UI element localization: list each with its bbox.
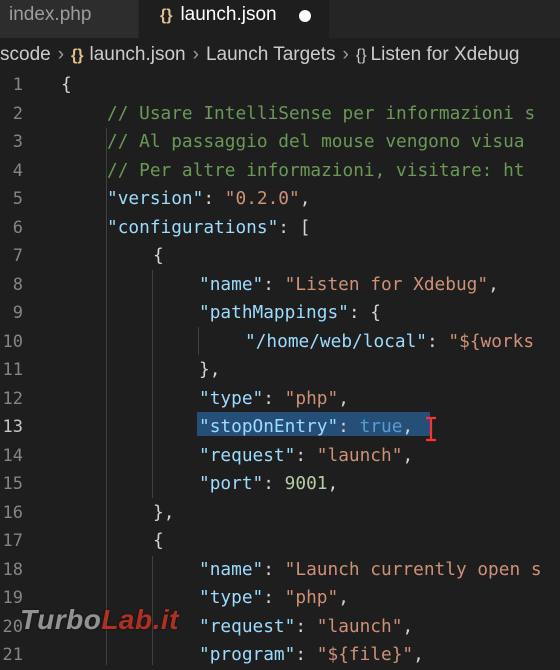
- line-number: 5: [12, 189, 23, 209]
- breadcrumb-item-config[interactable]: Listen for Xdebug: [371, 40, 520, 70]
- line-number: 13: [2, 417, 23, 437]
- code-line: 12 "type": "php",: [0, 385, 560, 414]
- tab-label: launch.json: [180, 4, 277, 25]
- code-comment: // Per altre informazioni, visitare: ht: [107, 159, 525, 181]
- object-braces-icon: {}: [355, 47, 367, 64]
- line-number: 14: [2, 445, 23, 466]
- line-number: 17: [2, 531, 23, 551]
- code-text: "type": "php",: [199, 387, 349, 409]
- code-text: "request": "launch",: [199, 615, 414, 637]
- code-line: 21 "program": "${file}",: [0, 641, 560, 670]
- tab-label: index.php: [9, 4, 92, 25]
- line-number: 6: [12, 217, 23, 238]
- code-line: 6 "configurations": [: [0, 214, 560, 243]
- line-number: 4: [12, 160, 23, 181]
- breadcrumb-item-launch-targets[interactable]: Launch Targets: [206, 40, 336, 70]
- code-text: "program": "${file}",: [199, 644, 424, 665]
- chevron-right-icon: ›: [192, 44, 199, 65]
- code-line: 10 "/home/web/local": "${works: [0, 328, 560, 357]
- code-line: 15 "port": 9001,: [0, 470, 560, 499]
- json-braces-icon: {}: [71, 47, 84, 64]
- line-number: 2: [12, 103, 23, 124]
- line-number: 8: [12, 274, 23, 295]
- tab-launch-json[interactable]: {} launch.json: [139, 0, 329, 38]
- tab-index-php[interactable]: index.php: [0, 0, 138, 38]
- line-number: 11: [2, 360, 23, 380]
- code-line: 1 {: [0, 71, 560, 100]
- line-number: 9: [12, 303, 23, 323]
- code-text: "name": "Launch currently open s: [199, 558, 542, 580]
- text-cursor-icon: [426, 416, 436, 442]
- line-number: 18: [2, 559, 23, 580]
- code-text: "port": 9001,: [199, 473, 339, 494]
- code-line: 11 },: [0, 356, 560, 385]
- line-number: 7: [12, 246, 23, 266]
- tab-bar: index.php {} launch.json: [0, 0, 560, 38]
- line-number: 21: [2, 645, 23, 665]
- chevron-right-icon: ›: [342, 44, 349, 65]
- code-line: 16 },: [0, 499, 560, 528]
- code-text: {: [153, 530, 164, 551]
- code-comment: // Al passaggio del mouse vengono visua: [107, 131, 525, 152]
- code-text: },: [153, 501, 175, 523]
- json-braces-icon: {}: [160, 7, 173, 24]
- code-line: 14 "request": "launch",: [0, 442, 560, 471]
- code-line: 17 {: [0, 527, 560, 556]
- line-number: 3: [12, 132, 23, 152]
- line-number: 12: [2, 388, 23, 409]
- code-line: 7 {: [0, 242, 560, 271]
- line-number: 1: [12, 75, 23, 95]
- code-comment: // Usare IntelliSense per informazioni s: [107, 102, 536, 124]
- line-number: 10: [2, 331, 23, 352]
- code-line: 9 "pathMappings": {: [0, 299, 560, 328]
- code-line: 4 // Per altre informazioni, visitare: h…: [0, 157, 560, 186]
- code-text: "type": "php",: [199, 587, 349, 608]
- chevron-right-icon: ›: [57, 44, 65, 65]
- code-line-active: 13 "stopOnEntry": true,: [0, 413, 560, 442]
- breadcrumb-item-folder[interactable]: scode: [0, 40, 51, 70]
- code-text: {: [61, 74, 72, 95]
- unsaved-dot-icon[interactable]: [299, 10, 311, 22]
- breadcrumb-item-file[interactable]: launch.json: [89, 40, 185, 70]
- breadcrumb: scode ›{} launch.json › Launch Targets ›{} Lis…: [0, 40, 560, 70]
- watermark-logo: TurboLab.it: [20, 604, 179, 635]
- code-text: "request": "launch",: [199, 444, 414, 466]
- code-line: 3 // Al passaggio del mouse vengono visu…: [0, 128, 560, 157]
- code-line: 18 "name": "Launch currently open s: [0, 556, 560, 585]
- code-line: 5 "version": "0.2.0",: [0, 185, 560, 214]
- code-editor[interactable]: 1 { 2 // Usare IntelliSense per informaz…: [0, 71, 560, 665]
- code-text: },: [199, 359, 221, 380]
- code-text: "name": "Listen for Xdebug",: [199, 273, 499, 295]
- code-text: {: [153, 245, 164, 266]
- line-number: 15: [2, 474, 23, 494]
- code-text: "configurations": [: [107, 216, 311, 238]
- code-text: "version": "0.2.0",: [107, 188, 311, 209]
- code-text-selected: "stopOnEntry": true,: [199, 416, 414, 437]
- line-number: 16: [2, 502, 23, 523]
- code-line: 8 "name": "Listen for Xdebug",: [0, 271, 560, 300]
- code-text: "/home/web/local": "${works: [245, 330, 535, 352]
- code-text: "pathMappings": {: [199, 302, 381, 323]
- code-line: 2 // Usare IntelliSense per informazioni…: [0, 100, 560, 129]
